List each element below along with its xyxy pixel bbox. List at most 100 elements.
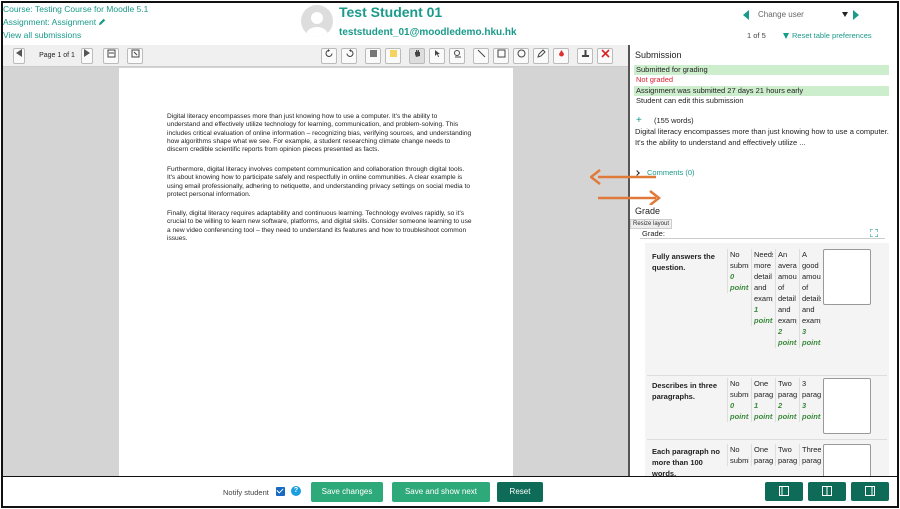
rotate-left-icon [325,49,332,57]
document-paragraph-2: Furthermore, digital literacy involves c… [167,166,471,198]
notify-label: Notify student [223,488,269,497]
course-link[interactable]: Course: Testing Course for Moodle 5.1 [3,3,148,16]
arrow-left-icon [16,49,22,57]
delete-annotation-button[interactable] [597,48,613,64]
breadcrumb: Course: Testing Course for Moodle 5.1 As… [3,3,148,42]
stamp-picker-button[interactable] [365,48,381,64]
view-all-submissions-link[interactable]: View all submissions [3,29,148,42]
remark-textarea[interactable] [823,444,871,476]
level-desc: No submission. [730,445,749,465]
pdf-page[interactable]: Digital literacy encompasses more than j… [119,68,513,476]
save-changes-button[interactable]: Save changes [311,482,383,502]
remark-textarea[interactable] [823,249,871,305]
color-picker-button[interactable] [385,48,401,64]
document-paragraph-3: Finally, digital literacy requires adapt… [167,210,472,242]
collapse-review-panel-button[interactable] [765,482,803,501]
rubric-level[interactable]: Three paragraphs [799,444,821,466]
line-tool-button[interactable] [473,48,489,64]
remark-textarea[interactable] [823,378,871,434]
arrow-right-icon [84,49,90,57]
rubric-level[interactable]: A good amount of details and examples. 3… [799,249,821,348]
assignment-link[interactable]: Assignment: Assignment [3,16,148,29]
rubric-level[interactable]: One paragraph [751,444,773,466]
notify-checkbox[interactable] [276,487,285,496]
edit-status: Student can edit this submission [636,96,744,105]
previous-user-icon[interactable] [743,10,749,20]
grading-footer: Notify student ? Save changes Save and s… [3,476,897,506]
rubric-level[interactable]: No submission. [727,444,749,466]
rubric-level[interactable]: Two paragraphs [775,444,797,466]
plus-icon[interactable]: + [636,115,642,126]
level-desc: Two paragraphs. [778,379,797,399]
change-user-select[interactable]: Change user [753,7,851,23]
rubric-level[interactable]: An average amount of detail and examples… [775,249,797,348]
page-select[interactable]: Page 1 of 1 [37,48,77,64]
stamp-tool-button[interactable] [577,48,593,64]
level-points: 1 points [754,305,773,325]
pen-tool-button[interactable] [533,48,549,64]
comment-tool-button[interactable] [449,48,465,64]
caret-down-icon [842,12,848,17]
document-paragraph-1: Digital literacy encompasses more than j… [167,113,472,154]
yellow-swatch-icon [389,50,397,57]
comment-icon [369,50,377,57]
rectangle-icon [497,49,505,58]
next-page-button[interactable] [81,48,93,64]
collapse-grade-panel-button[interactable] [851,482,889,501]
rubric-level[interactable]: No submission. 0 points [727,378,749,422]
rubric-level[interactable]: No submission. 0 points [727,249,749,293]
word-count: (155 words) [654,116,694,125]
user-pager: 1 of 5 [747,31,766,40]
help-icon[interactable]: ? [291,486,301,496]
select-tool-button[interactable] [429,48,445,64]
reset-prefs-label: Reset table preferences [792,31,872,40]
reset-button[interactable]: Reset [497,482,543,502]
comments-expand-icon [131,49,139,58]
search-comments-button[interactable] [103,48,119,64]
rubric-criterion: Describes in three paragraphs. [652,381,718,401]
rubric-level[interactable]: Needs more detail and examples. 1 points [751,249,773,326]
reset-table-preferences-link[interactable]: Reset table preferences [783,31,872,40]
level-points: 2 points [778,327,797,347]
level-points: 3 points [802,327,821,347]
resize-arrows-icon [590,169,662,205]
level-desc: No submission. [730,250,749,270]
pan-tool-button[interactable] [409,48,425,64]
comments-search-icon [107,49,115,58]
prev-page-button[interactable] [13,48,25,64]
level-desc: Three paragraphs [802,445,821,465]
oval-tool-button[interactable] [513,48,529,64]
rectangle-tool-button[interactable] [493,48,509,64]
row-divider [647,439,887,440]
student-email[interactable]: teststudent_01@moodledemo.hku.hk [339,27,517,38]
level-desc: One paragraph [754,445,773,465]
rubric-level[interactable]: One paragraph. 1 points [751,378,773,422]
time-remaining-status: Assignment was submitted 27 days 21 hour… [634,86,889,96]
level-points: 2 points [778,401,797,421]
level-points: 1 points [754,401,773,421]
rotate-right-button[interactable] [341,48,357,64]
grade-panel: Submission Submitted for grading Not gra… [630,45,897,476]
expand-comments-button[interactable] [127,48,143,64]
highlight-tool-button[interactable] [553,48,569,64]
student-name[interactable]: Test Student 01 [339,4,442,20]
rubric-criterion: Each paragraph no more than 100 words. [652,447,720,476]
oval-icon [517,49,525,58]
grading-status: Not graded [636,75,674,84]
annotation-toolbar: Page 1 of 1 [3,45,628,67]
rubric-level[interactable]: Two paragraphs. 2 points [775,378,797,422]
layout-right-icon [865,486,875,496]
save-and-show-next-button[interactable]: Save and show next [392,482,490,502]
level-desc: 3 paragraphs. [802,379,821,399]
expand-icon[interactable] [870,229,878,237]
level-desc: No submission. [730,379,749,399]
default-layout-button[interactable] [808,482,846,501]
rotate-left-button[interactable] [321,48,337,64]
next-user-icon[interactable] [853,10,859,20]
level-desc: A good amount of details and examples. [802,250,821,325]
drop-icon [558,50,564,57]
grade-heading: Grade [635,206,661,216]
pencil-icon[interactable] [98,18,106,26]
rubric-level[interactable]: 3 paragraphs. 3 points [799,378,821,422]
cursor-icon [434,50,440,57]
